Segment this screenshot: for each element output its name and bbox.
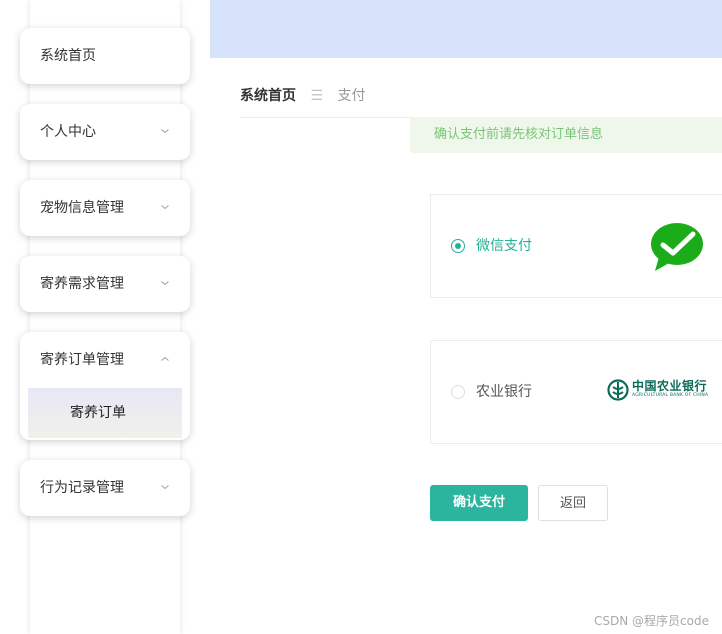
sidebar: 系统首页 个人中心 宠物信息管理 寄养需求管理 寄养订单管理 寄养订单 行为记录… <box>0 0 210 634</box>
payment-option-abc-bank[interactable]: 农业银行 中国农业银行 AGRICULTURAL BANK OF CHINA <box>430 340 722 444</box>
sidebar-rail <box>30 0 180 634</box>
sidebar-item-label: 寄养需求管理 <box>40 276 124 292</box>
confirm-pay-button[interactable]: 确认支付 <box>430 485 528 521</box>
chevron-down-icon <box>161 205 169 210</box>
chevron-down-icon <box>161 129 169 134</box>
watermark: CSDN @程序员code <box>594 614 709 628</box>
sidebar-item-foster-demand[interactable]: 寄养需求管理 <box>20 256 190 312</box>
notice-text: 确认支付前请先核对订单信息 <box>434 127 604 142</box>
chevron-down-icon <box>161 485 169 490</box>
chevron-down-icon <box>161 281 169 286</box>
back-button[interactable]: 返回 <box>538 485 608 521</box>
sidebar-item-pet-info[interactable]: 宠物信息管理 <box>20 180 190 236</box>
payment-option-label: 微信支付 <box>476 238 532 254</box>
abc-bank-name-en: AGRICULTURAL BANK OF CHINA <box>632 393 709 398</box>
sidebar-item-label: 宠物信息管理 <box>40 200 124 216</box>
sidebar-item-home[interactable]: 系统首页 <box>20 28 190 84</box>
sidebar-item-label: 行为记录管理 <box>40 480 124 496</box>
payment-radio-wechat[interactable] <box>451 239 465 253</box>
sidebar-item-label: 寄养订单管理 <box>40 352 124 368</box>
breadcrumb-separator-icon: ☰ <box>310 88 324 104</box>
breadcrumb: 系统首页 ☰ 支付 <box>240 86 365 106</box>
abc-bank-emblem-icon <box>607 379 629 401</box>
payment-radio-abc-bank[interactable] <box>451 385 465 399</box>
wechat-logo-icon <box>651 223 703 271</box>
top-banner <box>210 0 722 58</box>
breadcrumb-current: 支付 <box>337 88 366 104</box>
notice-bar: 确认支付前请先核对订单信息 <box>410 117 722 153</box>
sidebar-item-personal-center[interactable]: 个人中心 <box>20 104 190 160</box>
sidebar-item-foster-order[interactable]: 寄养订单管理 寄养订单 <box>20 332 190 440</box>
sidebar-subitem-foster-order-list[interactable]: 寄养订单 <box>28 388 182 438</box>
sidebar-item-behavior-record[interactable]: 行为记录管理 <box>20 460 190 516</box>
abc-bank-name-cn: 中国农业银行 <box>632 379 708 393</box>
abc-bank-logo: 中国农业银行 AGRICULTURAL BANK OF CHINA <box>607 377 717 403</box>
breadcrumb-home[interactable]: 系统首页 <box>240 88 296 104</box>
chevron-up-icon <box>161 356 169 361</box>
sidebar-item-label: 个人中心 <box>40 124 96 140</box>
payment-option-label: 农业银行 <box>476 384 532 400</box>
sidebar-item-label: 系统首页 <box>40 48 96 64</box>
payment-option-wechat[interactable]: 微信支付 <box>430 194 722 298</box>
